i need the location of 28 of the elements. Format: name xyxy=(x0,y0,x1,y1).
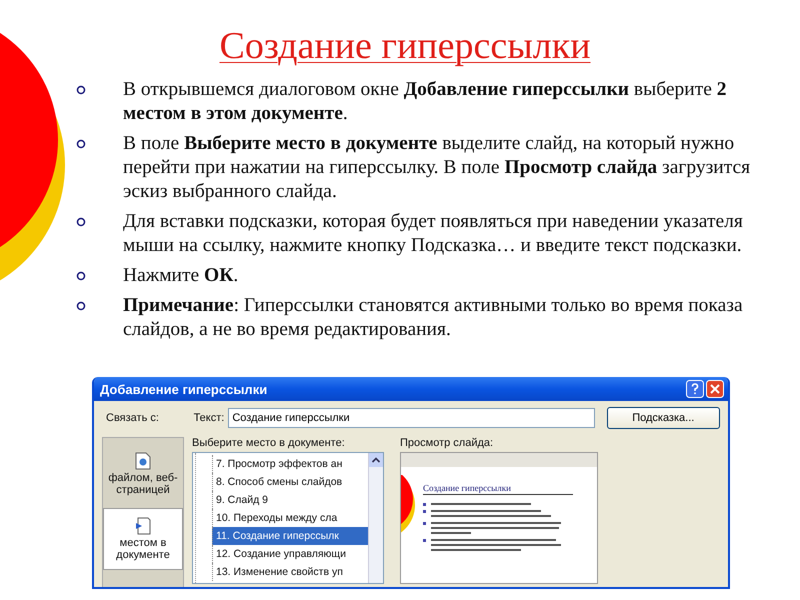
bullet-icon xyxy=(76,139,86,149)
preview-label: Просмотр слайда: xyxy=(400,437,494,449)
bullet-icon xyxy=(76,217,86,227)
scrollbar[interactable] xyxy=(368,453,383,583)
hint-button[interactable]: Подсказка... xyxy=(606,407,720,429)
circle-decoration-drawing xyxy=(401,475,415,535)
bullet-icon xyxy=(76,271,86,281)
document-icon xyxy=(135,517,151,535)
dialog-title: Добавление гиперссылки xyxy=(100,382,268,396)
bullet-text: В поле Выберите место в документе выделите слайд, на который нужно перейти при нажатии на гиперссылку. В поле Просмотр слайда загрузится эскиз выбранного слайда. xyxy=(123,132,752,204)
bullet-icon xyxy=(76,301,86,311)
bullet-text: Примечание: Гиперссылки становятся активными только во время показа слайдов, а не во время редактирования. xyxy=(123,294,744,342)
slide-title: Создание гиперссылки xyxy=(218,24,592,68)
link-option[interactable]: файлом, веб-страницей xyxy=(103,444,183,504)
help-icon[interactable] xyxy=(686,380,704,398)
place-label: Выберите место в документе: xyxy=(192,437,346,449)
text-input-field[interactable]: Создание гиперссылки xyxy=(228,408,595,428)
bullet-text: Нажмите ОК. xyxy=(123,264,240,288)
bullet-icon xyxy=(76,85,86,95)
link-to-label: Связать с: xyxy=(105,412,160,424)
link-option[interactable]: местом в документе xyxy=(103,508,183,570)
bullet-text: В открывшемся диалоговом окне Добавление гиперссылки выберите 2 местом в этом документе. xyxy=(123,78,728,126)
bullet-text: Для вставки подсказки, которая будет появляться при наведении указателя мыши на ссылку, нажмите кнопку Подсказка… и введите текст подсказки. xyxy=(123,210,744,258)
slide-list-item[interactable]: 11. Создание гиперссылк xyxy=(212,527,368,545)
close-icon[interactable] xyxy=(706,380,724,398)
text-label: Текст: xyxy=(194,412,224,424)
file-icon xyxy=(135,452,151,470)
preview-slide-title: Создание гиперссылки xyxy=(423,483,573,495)
